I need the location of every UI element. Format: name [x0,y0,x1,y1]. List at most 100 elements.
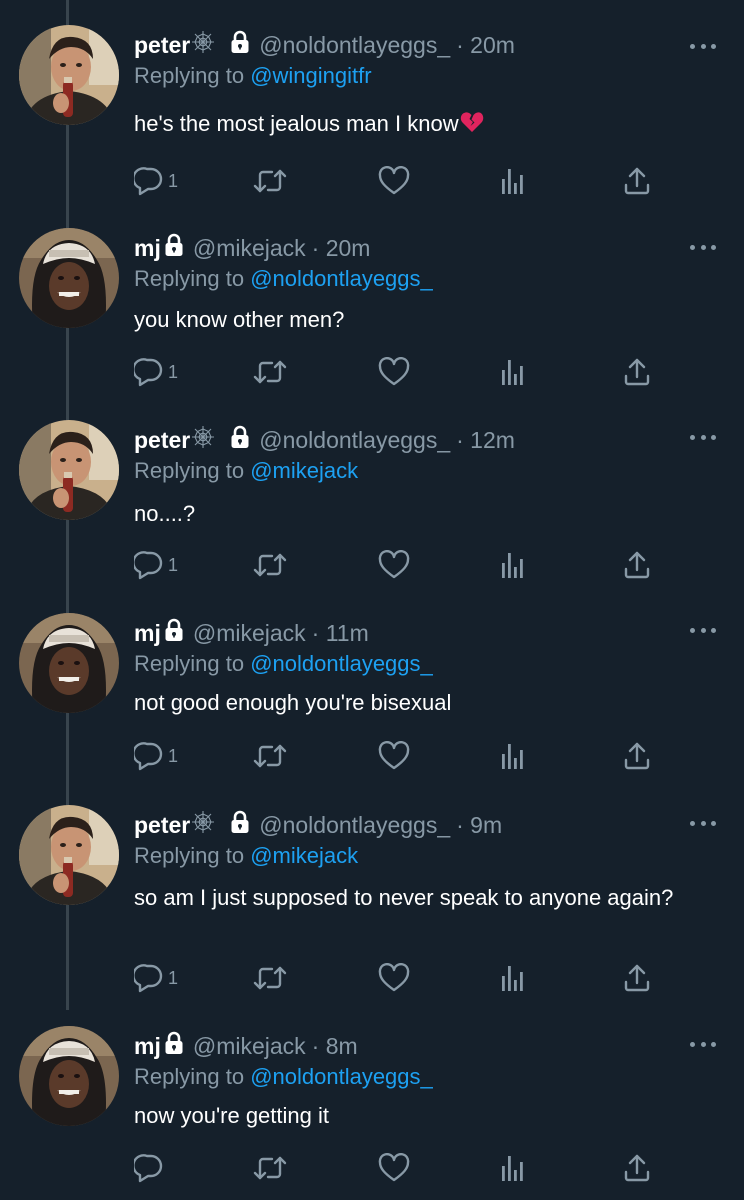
replying-to: Replying to @mikejack [134,842,358,870]
display-name[interactable]: mj [134,1031,161,1061]
share-button[interactable] [623,739,651,773]
share-button[interactable] [623,548,651,582]
like-button[interactable] [378,961,410,995]
tweet-actions: 1 [0,739,744,773]
like-button[interactable] [378,164,410,198]
analytics-button[interactable] [500,164,526,198]
share-icon [623,357,651,387]
user-handle[interactable]: @mikejack [193,233,306,263]
share-icon [623,550,651,580]
retweet-icon [253,742,287,770]
reply-icon [134,166,164,196]
analytics-icon [500,357,526,387]
more-options-icon[interactable] [690,237,716,257]
avatar[interactable] [19,25,119,125]
avatar[interactable] [19,1026,119,1126]
retweet-button[interactable] [253,164,287,198]
share-button[interactable] [623,164,651,198]
timestamp[interactable]: · 11m [312,618,369,648]
like-button[interactable] [378,548,410,582]
lock-icon [229,810,251,841]
avatar[interactable] [19,805,119,905]
avatar[interactable] [19,420,119,520]
display-name[interactable]: peter [134,30,190,60]
tweet-actions: 1 [0,961,744,995]
lock-icon [163,1031,185,1062]
replying-to: Replying to @noldontlayeggs_ [134,265,433,293]
tweet-text: you know other men? [134,307,345,332]
replying-to-link[interactable]: @mikejack [250,458,358,483]
replying-to-link[interactable]: @noldontlayeggs_ [250,266,433,291]
reply-button[interactable]: 1 [134,548,178,582]
reply-count: 1 [168,361,179,382]
retweet-icon [253,964,287,992]
user-handle[interactable]: @noldontlayeggs_ [259,810,450,840]
avatar[interactable] [19,228,119,328]
replying-to: Replying to @noldontlayeggs_ [134,650,433,678]
replying-to-link[interactable]: @noldontlayeggs_ [250,1064,433,1089]
retweet-button[interactable] [253,355,287,389]
display-name[interactable]: mj [134,233,161,263]
replying-to-label: Replying to [134,843,251,868]
lock-icon [229,30,251,61]
replying-to: Replying to @wingingitfr [134,62,372,90]
analytics-button[interactable] [500,739,526,773]
tweet-text: no....? [134,501,196,526]
user-handle[interactable]: @noldontlayeggs_ [259,30,450,60]
like-icon [378,550,410,580]
tweet-text: so am I just supposed to never speak to … [134,885,674,910]
retweet-button[interactable] [253,548,287,582]
timestamp[interactable]: · 20m [456,30,515,60]
analytics-button[interactable] [500,961,526,995]
user-handle[interactable]: @mikejack [193,618,306,648]
timestamp[interactable]: · 12m [456,425,515,455]
timestamp[interactable]: · 20m [312,233,371,263]
retweet-button[interactable] [253,961,287,995]
reply-button[interactable] [134,1151,168,1185]
replying-to-link[interactable]: @noldontlayeggs_ [250,651,433,676]
more-options-icon[interactable] [690,620,716,640]
replying-to-link[interactable]: @wingingitfr [250,63,371,88]
reply-button[interactable]: 1 [134,739,178,773]
analytics-button[interactable] [500,355,526,389]
timestamp[interactable]: · 8m [312,1031,358,1061]
share-button[interactable] [623,355,651,389]
timestamp[interactable]: · 9m [456,810,502,840]
analytics-button[interactable] [500,548,526,582]
tweet-actions [0,1151,744,1185]
share-button[interactable] [623,1151,651,1185]
display-name[interactable]: peter [134,425,190,455]
reply-count: 1 [168,967,179,988]
analytics-button[interactable] [500,1151,526,1185]
user-handle[interactable]: @mikejack [193,1031,306,1061]
more-options-icon[interactable] [690,1034,716,1054]
display-name[interactable]: peter [134,810,190,840]
like-button[interactable] [378,739,410,773]
tweet-actions: 1 [0,548,744,582]
like-icon [378,963,410,993]
reply-button[interactable]: 1 [134,355,178,389]
tweet-actions: 1 [0,355,744,389]
replying-to-link[interactable]: @mikejack [250,843,358,868]
like-icon [378,357,410,387]
like-button[interactable] [378,1151,410,1185]
replying-to-label: Replying to [134,1064,251,1089]
reply-button[interactable]: 1 [134,164,178,198]
reply-button[interactable]: 1 [134,961,178,995]
share-icon [623,166,651,196]
display-name[interactable]: mj [134,618,161,648]
more-options-icon[interactable] [690,36,716,56]
like-button[interactable] [378,355,410,389]
share-button[interactable] [623,961,651,995]
retweet-button[interactable] [253,1151,287,1185]
more-options-icon[interactable] [690,427,716,447]
more-options-icon[interactable] [690,813,716,833]
user-handle[interactable]: @noldontlayeggs_ [259,425,450,455]
analytics-icon [500,741,526,771]
like-icon [378,1153,410,1183]
broken-heart-icon [460,111,484,140]
retweet-button[interactable] [253,739,287,773]
avatar[interactable] [19,613,119,713]
replying-to-label: Replying to [134,63,251,88]
share-icon [623,1153,651,1183]
